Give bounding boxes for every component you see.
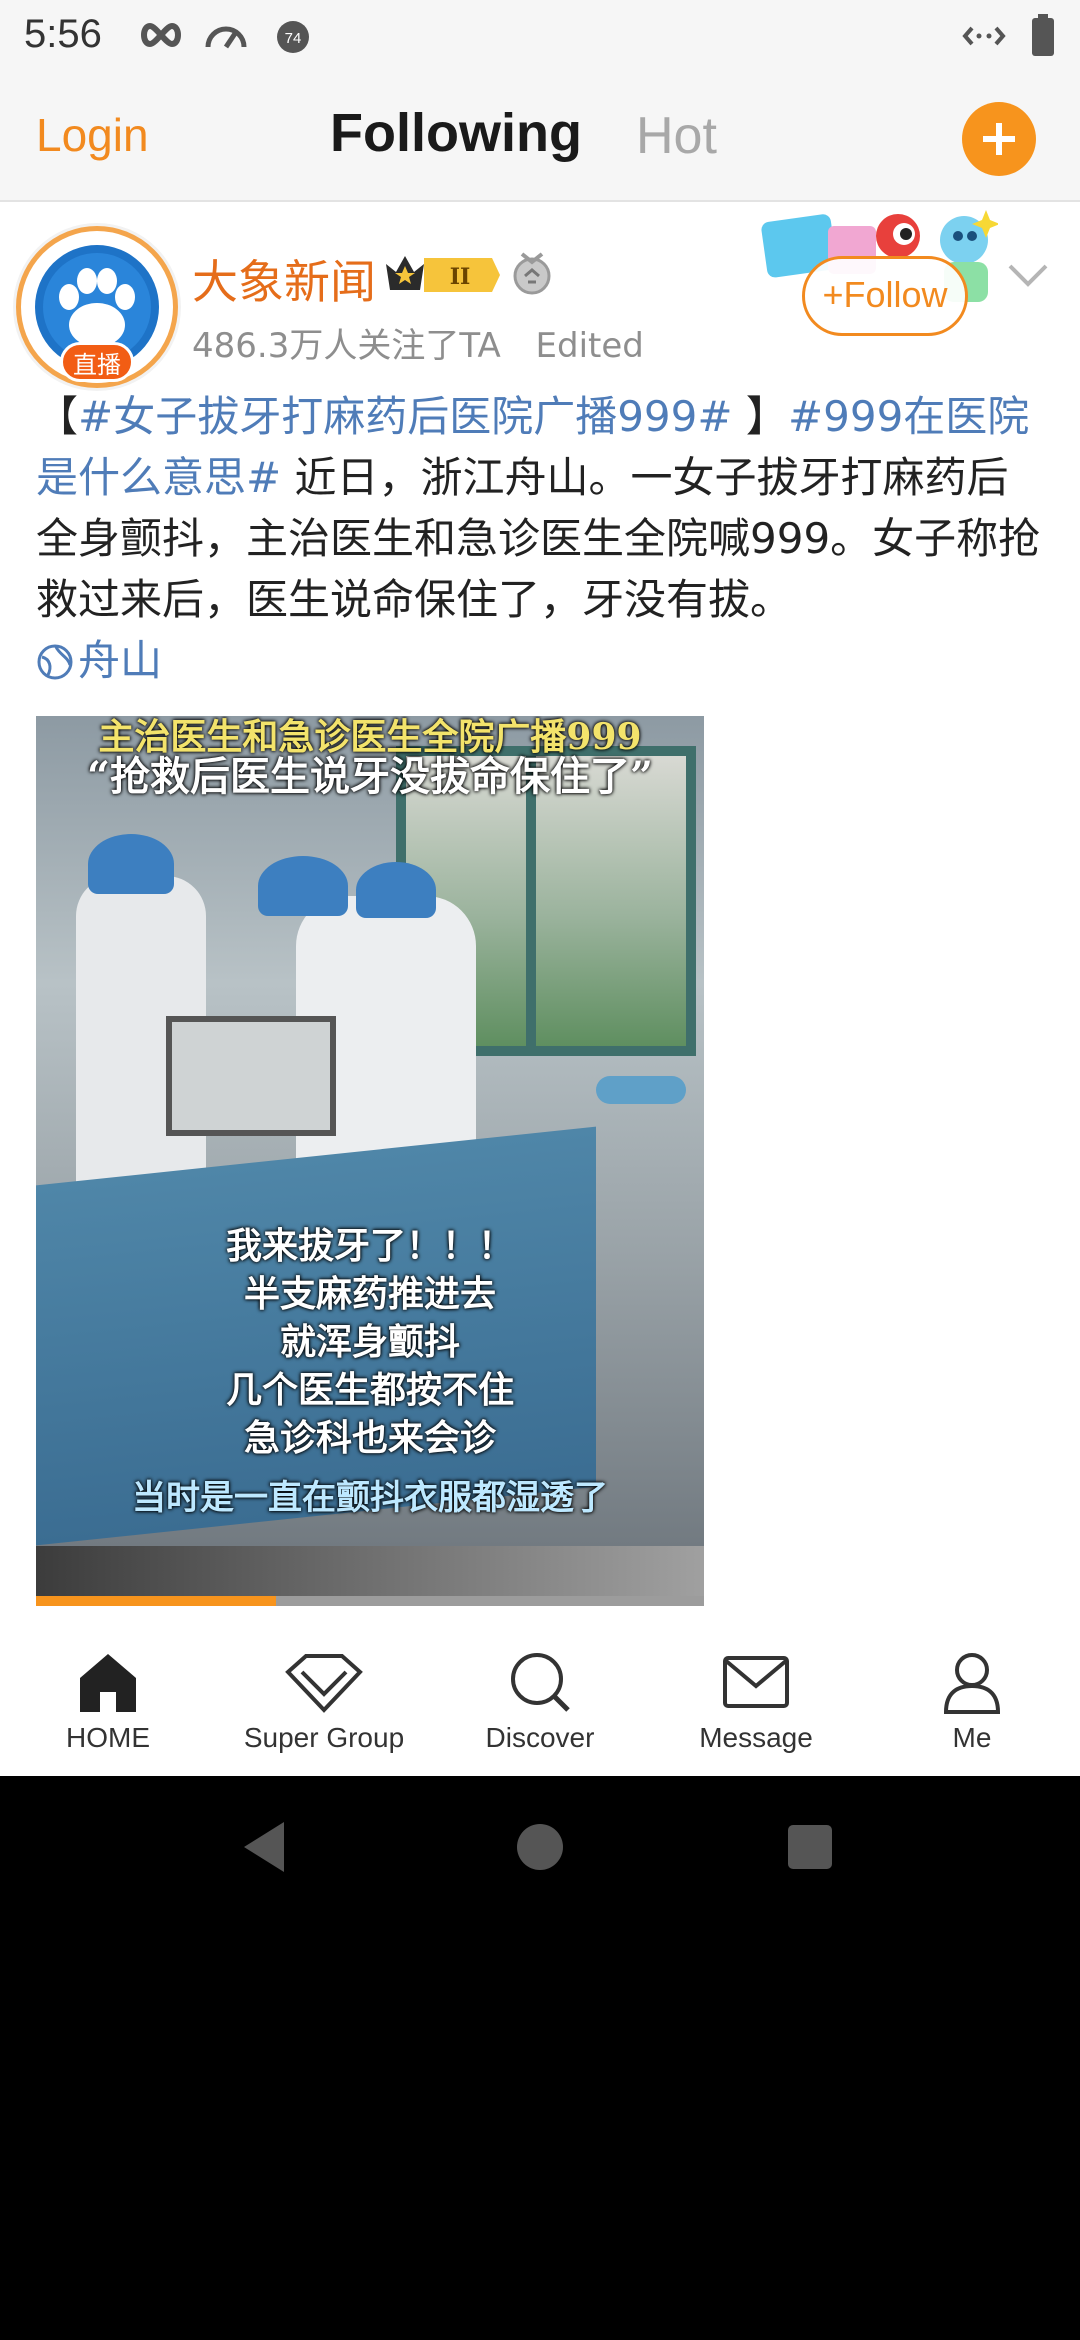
plus-icon [983,123,1015,155]
person-icon [943,1653,1001,1714]
live-badge: 直播 [60,342,134,382]
surgical-cap [356,862,436,918]
data-transfer-icon [962,22,1006,50]
home-icon [80,1654,136,1712]
vip-crown-badge: II [384,252,502,302]
location-text: 舟山 [78,636,163,685]
surgical-cap [88,834,174,894]
image-top-caption: “抢救后医生说牙没拔命保住了” [86,753,653,800]
app-screen: 5:56 74 Login Following Hot 直播 大象新闻 II 4… [0,0,1080,1776]
caption-line: 就浑身颤抖 [279,1321,460,1363]
video-control-strip [36,1546,704,1596]
text-prefix: 【 [36,392,79,441]
follower-count: 486.3万人关注了TA [192,326,501,366]
nav-discover[interactable]: Discover [432,1650,648,1754]
notification-badge-icon: 74 [276,20,310,54]
bottom-nav: HOME Super Group Discover Message Me [0,1620,1080,1776]
caption-line: 半支麻药推进去 [243,1273,496,1315]
video-progress-bar[interactable] [36,1596,704,1606]
text-mid: 】 [732,392,788,441]
nav-super-group[interactable]: Super Group [216,1650,432,1754]
recents-square-icon[interactable] [786,1820,834,1878]
plus-icon: + [822,274,844,315]
medal-icon [512,252,552,300]
location-link[interactable]: 舟山 [36,630,1046,691]
nav-me[interactable]: Me [864,1650,1080,1754]
hashtag-link[interactable]: #女子拔牙打麻药后医院广播999# [78,392,733,441]
chevron-down-icon[interactable] [1006,260,1050,294]
account-name[interactable]: 大象新闻 [192,246,376,312]
search-icon [511,1653,570,1712]
post-text: 【#女子拔牙打麻药后医院广播999# 】#999在医院是什么意思# 近日，浙江舟… [36,386,1046,691]
back-triangle-icon[interactable] [240,1820,288,1878]
battery-icon [1032,14,1054,56]
notification-badge-count: 74 [285,30,302,47]
video-progress-fill [36,1596,277,1606]
image-bottom-caption: 当时是一直在颤抖衣服都湿透了 [132,1478,608,1518]
globe-icon [37,644,73,680]
active-tab-indicator [328,164,562,178]
image-center-caption: 我来拔牙了！！！ 半支麻药推进去 就浑身颤抖 几个医生都按不住 急诊科也来会诊 [36,1222,704,1462]
nav-home[interactable]: HOME [0,1650,216,1754]
caption-line: 几个医生都按不住 [225,1369,514,1411]
tab-hot[interactable]: Hot [636,106,717,166]
edited-label: Edited [535,326,644,366]
infinity-icon [140,22,182,48]
status-bar: 5:56 74 [0,0,1080,72]
medical-monitor [166,1016,336,1136]
diamond-icon [285,1654,363,1713]
compose-button[interactable] [962,102,1036,176]
follow-label: Follow [843,274,948,315]
follower-line: 486.3万人关注了TA Edited [192,318,644,367]
nav-label: Super Group [243,1722,405,1753]
speedometer-icon [204,20,248,50]
home-circle-icon[interactable] [516,1820,564,1878]
envelope-icon [723,1656,789,1708]
status-time: 5:56 [24,12,102,56]
tab-following[interactable]: Following [330,102,582,164]
post-video-thumbnail[interactable]: 主治医生和急诊医生全院广播999 “抢救后医生说牙没拔命保住了” 我来拔牙了！！… [36,716,704,1606]
follow-button[interactable]: +Follow [802,256,968,336]
system-nav-bar [0,1776,1080,1926]
nav-label: Message [699,1722,813,1753]
nav-label: Discover [485,1722,595,1753]
caption-line: 我来拔牙了！！！ [225,1225,514,1267]
login-button[interactable]: Login [36,108,149,162]
nav-label: HOME [66,1722,150,1753]
surgical-cap [258,856,348,916]
vip-level-text: II [450,264,471,290]
caption-line: 急诊科也来会诊 [243,1417,496,1459]
nav-message[interactable]: Message [648,1650,864,1754]
top-nav: Login Following Hot [0,72,1080,202]
stool-seat [596,1076,686,1104]
nav-label: Me [952,1722,992,1753]
